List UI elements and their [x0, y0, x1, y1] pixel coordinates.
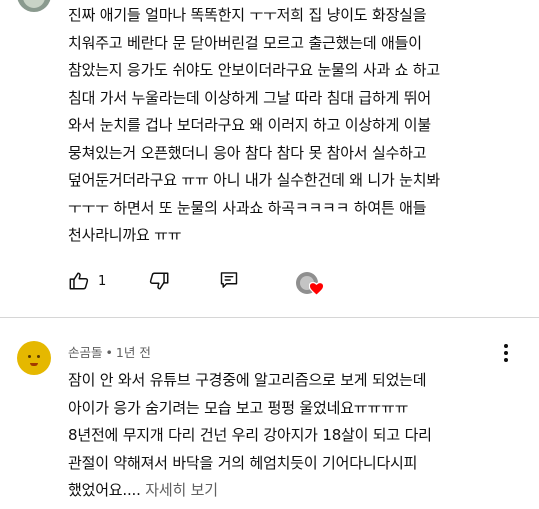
comment-line: ㅜㅜㅜ 하면서 또 눈물의 사과쇼 하곡ㅋㅋㅋㅋ 하여튼 애들: [68, 198, 427, 217]
more-vert-icon[interactable]: [498, 342, 514, 364]
comment-line: 진짜 애기들 얼마나 똑똑한지 ㅜㅜ저희 집 냥이도 화장실을: [68, 6, 427, 24]
comment-line: 뭉쳐있는거 오픈했더니 응아 참다 참다 못 참아서 실수하고: [68, 143, 427, 162]
comment-line: 천사라니까요 ㅠㅠ: [68, 226, 182, 244]
reply-button[interactable]: [219, 270, 239, 290]
comment-header: 손곰돌 • 1년 전: [68, 342, 151, 361]
divider: [0, 317, 539, 318]
creator-heart-badge: [296, 272, 326, 300]
thumb-down-icon: [148, 270, 170, 292]
comment-last-line: 했었어요....: [68, 481, 141, 499]
like-count: 1: [98, 273, 107, 289]
commenter-avatar[interactable]: [17, 0, 51, 12]
comment-line: 치워주고 베란다 문 닫아버린걸 모르고 출근했는데 애들이: [68, 33, 422, 52]
reply-icon: [219, 270, 239, 290]
comment-line: 와서 눈치를 겁나 보더라구요 왜 이러지 하고 이상하게 이불: [68, 116, 431, 134]
comment-line: 관절이 약해져서 바닥을 거의 헤엄치듯이 기어다니다시피: [68, 453, 418, 472]
commenter-avatar[interactable]: [17, 341, 51, 375]
comment-text: 잠이 안 와서 유튜브 구경중에 알고리즘으로 보게 되었는데 아이가 응가 숨…: [68, 367, 508, 505]
comment-line: 침대 가서 누울라는데 이상하게 그날 따라 침대 급하게 뛰어: [68, 88, 431, 107]
comment-actions: 1: [68, 270, 368, 300]
dislike-button[interactable]: [148, 270, 170, 292]
comment-time[interactable]: 1년 전: [116, 345, 151, 360]
comment-line: 덮어둔거더라구요 ㅠㅠ 아니 내가 실수한건데 왜 니가 눈치봐: [68, 171, 440, 189]
like-button[interactable]: 1: [68, 270, 106, 292]
creator-heart-icon: [308, 281, 325, 300]
comment-author[interactable]: 손곰돌: [68, 345, 103, 360]
comment-line: 참았는지 응가도 쉬야도 안보이더라구요 눈물의 사과 쇼 하고: [68, 61, 440, 79]
comment-line: 잠이 안 와서 유튜브 구경중에 알고리즘으로 보게 되었는데: [68, 371, 427, 389]
comment-line: 아이가 응가 숨기려는 모습 보고 펑펑 울었네요ㅠㅠㅠㅠ: [68, 398, 409, 417]
thumb-up-icon: [68, 270, 90, 292]
separator: •: [105, 345, 113, 360]
read-more-link[interactable]: 자세히 보기: [145, 481, 218, 499]
comment-line: 8년전에 무지개 다리 건넌 우리 강아지가 18살이 되고 다리: [68, 426, 432, 444]
comment-line: 했었어요.... 자세히 보기: [68, 477, 508, 505]
comment-text: 진짜 애기들 얼마나 똑똑한지 ㅜㅜ저희 집 냥이도 화장실을 치워주고 베란다…: [68, 2, 508, 250]
